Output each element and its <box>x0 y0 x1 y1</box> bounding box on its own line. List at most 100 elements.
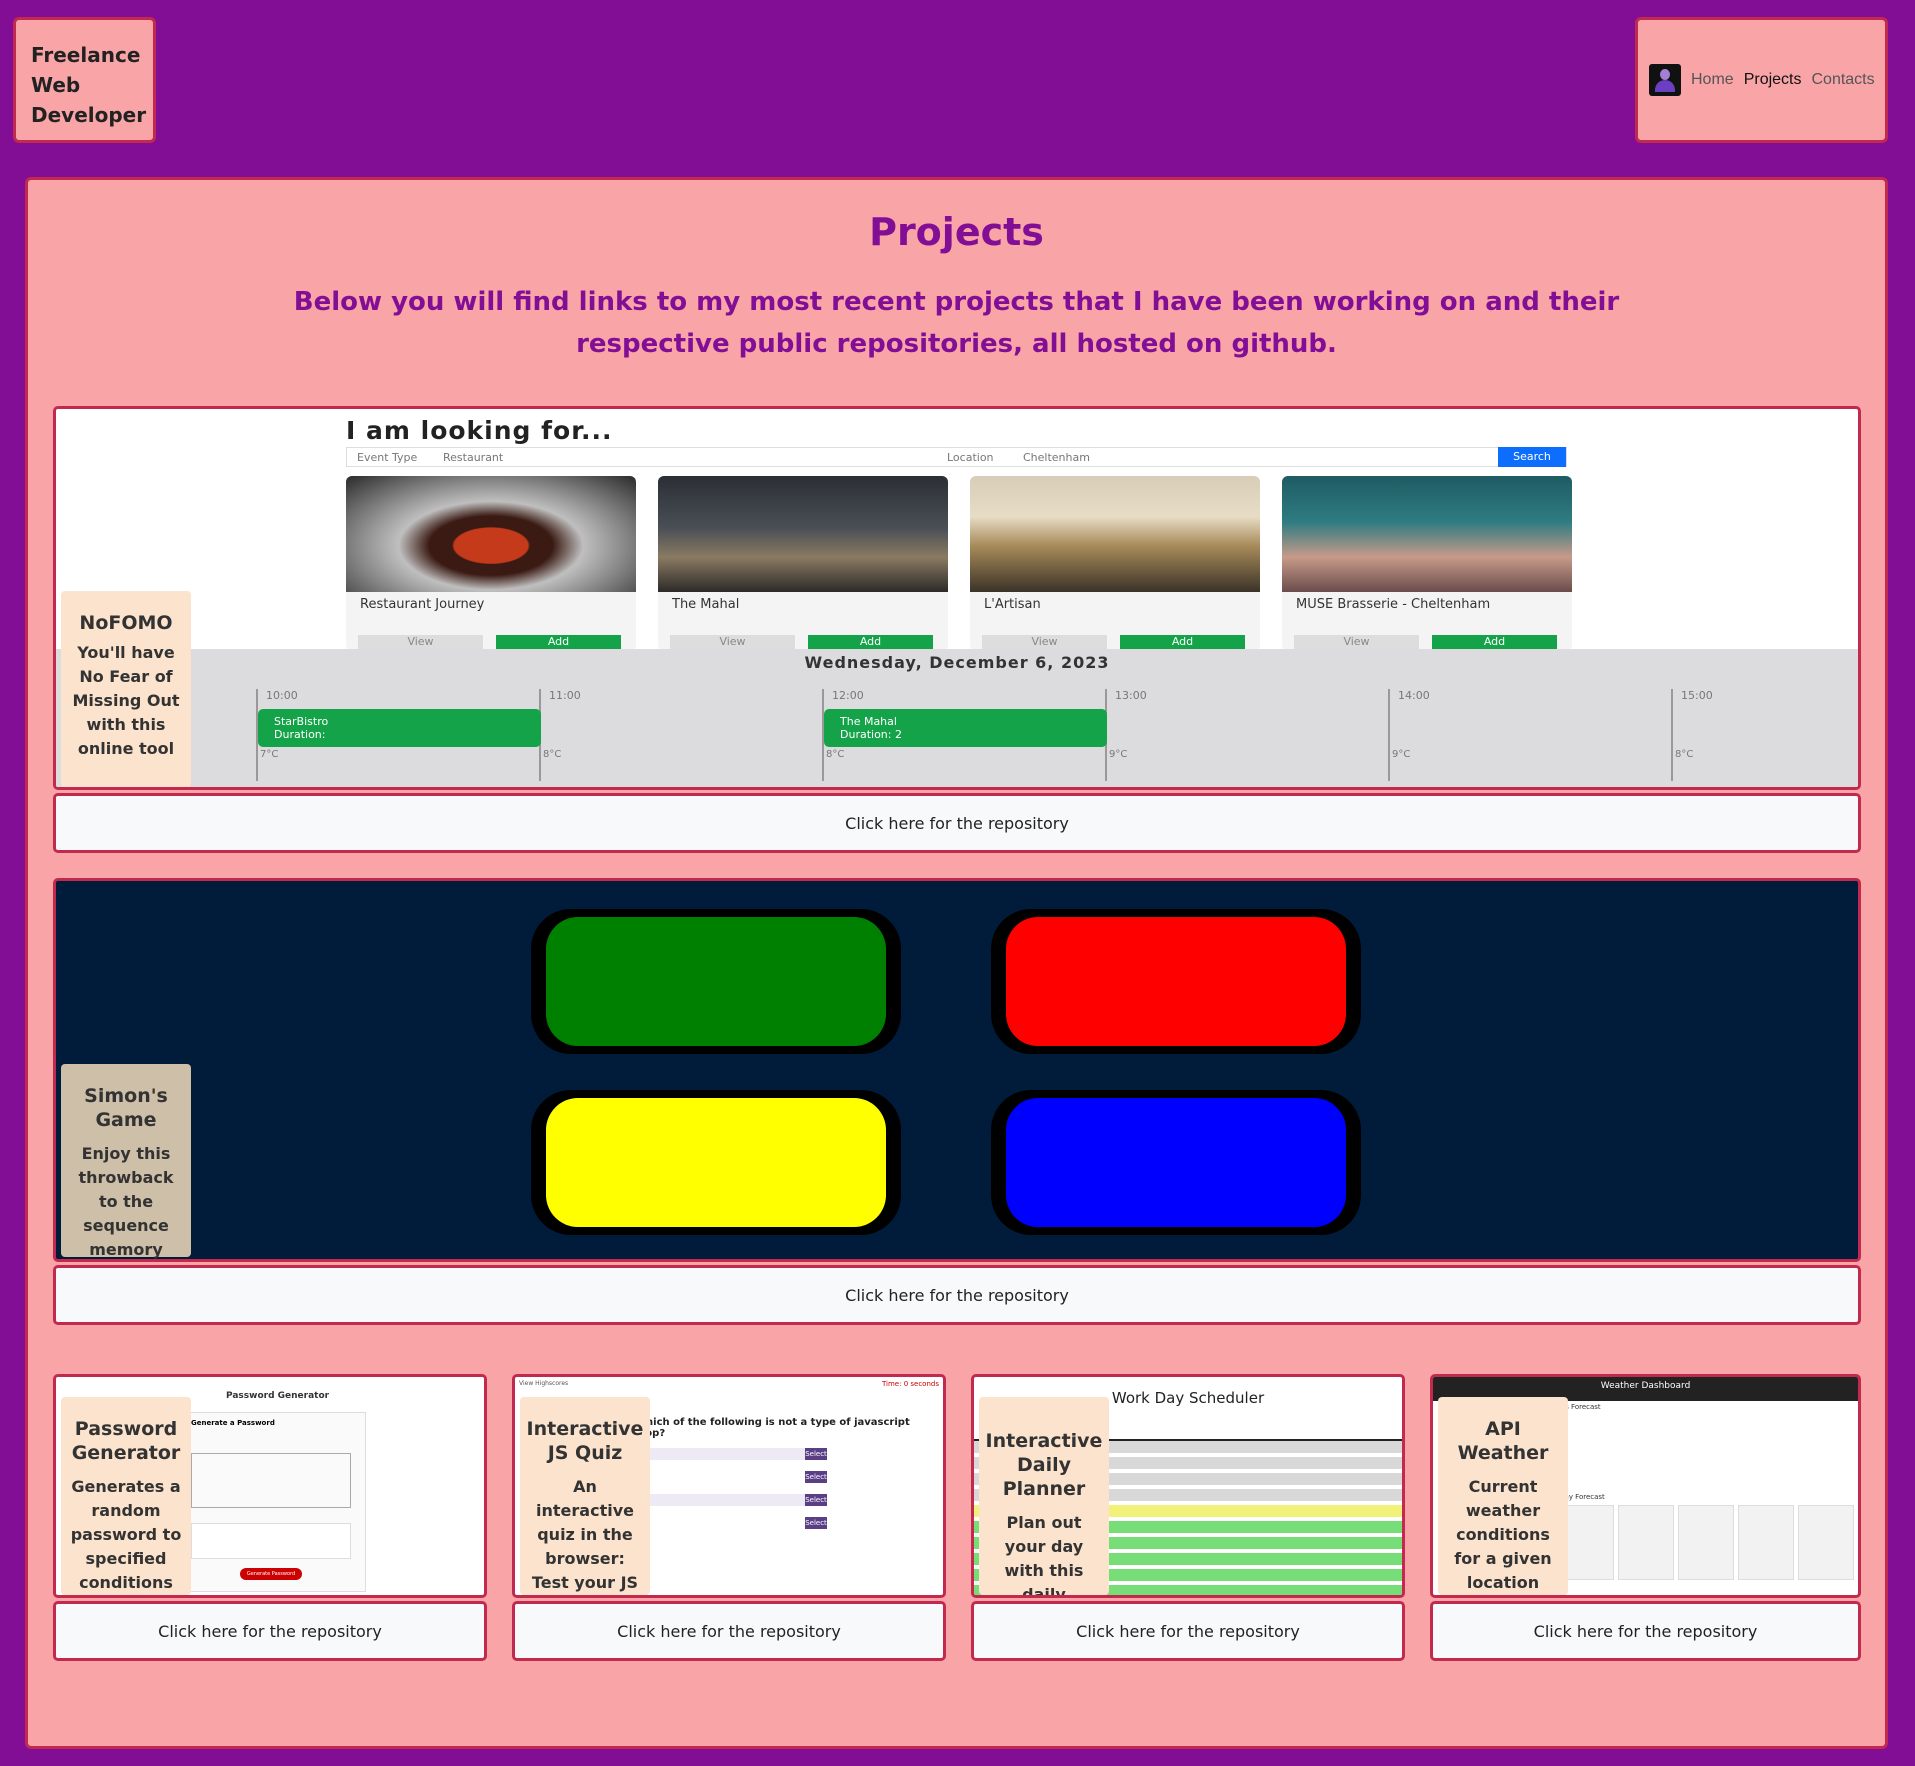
preview-answer <box>635 1517 825 1529</box>
simon-yellow-button <box>531 1090 901 1235</box>
nofomo-heading: I am looking for... <box>346 416 613 445</box>
simon-red-button <box>991 909 1361 1054</box>
weather-dashboard-screenshot[interactable]: Weather Dashboard Today's Forecast Five … <box>1430 1374 1861 1598</box>
page-title: Projects <box>869 210 1044 254</box>
preview-answer <box>635 1471 825 1483</box>
forecast-card <box>1798 1505 1854 1580</box>
project-title: NoFOMO <box>79 612 173 634</box>
preview-answer <box>635 1448 825 1460</box>
card-title: Restaurant Journey <box>360 597 485 612</box>
project-caption: NoFOMO You'll have No Fear of Missing Ou… <box>61 591 191 787</box>
timeline-hour: 15:00 <box>1671 689 1713 781</box>
card-title: MUSE Brasserie - Cheltenham <box>1296 597 1491 612</box>
repository-link[interactable]: Click here for the repository <box>971 1601 1405 1661</box>
preview-options <box>191 1453 351 1508</box>
js-quiz-screenshot[interactable]: View Highscores Time: 0 seconds Which of… <box>512 1374 946 1598</box>
project-title: API Weather <box>1457 1418 1549 1464</box>
project-caption: Interactive Daily Planner Plan out your … <box>979 1397 1109 1595</box>
repository-link[interactable]: Click here for the repository <box>512 1601 946 1661</box>
project-caption: Password Generator Generates a random pa… <box>61 1397 191 1595</box>
timeline-temp: 9°C <box>1109 749 1128 760</box>
event-type-label: Event Type <box>357 451 418 464</box>
project-caption: Simon's Game Enjoy this throwback to the… <box>61 1064 191 1259</box>
event-name: StarBistro <box>274 715 329 728</box>
card-title: L'Artisan <box>984 597 1041 612</box>
timeline-event: StarBistro Duration: <box>258 709 541 747</box>
timeline-temp: 8°C <box>826 749 845 760</box>
simon-green-button <box>531 909 901 1054</box>
preview-heading: Password Generator <box>226 1391 330 1401</box>
preview-answer <box>635 1494 825 1506</box>
nofomo-timeline: Wednesday, December 6, 2023 10:00 11:00 … <box>56 649 1858 787</box>
project-title: Password Generator <box>71 1418 181 1464</box>
timeline-event: The Mahal Duration: 2 <box>824 709 1107 747</box>
user-silhouette-icon[interactable] <box>1649 64 1681 96</box>
project-caption: Interactive JS Quiz An interactive quiz … <box>520 1397 650 1595</box>
preview-generate-button: Generate Password <box>240 1568 302 1580</box>
repository-link[interactable]: Click here for the repository <box>53 1265 1861 1325</box>
card-image <box>1282 476 1572 592</box>
forecast-card <box>1618 1505 1674 1580</box>
preview-select: Select <box>805 1471 827 1483</box>
nofomo-card: The Mahal View Add <box>658 476 948 651</box>
project-title: Interactive JS Quiz <box>526 1418 644 1464</box>
forecast-card <box>1738 1505 1794 1580</box>
brand-line: Web <box>31 73 81 97</box>
preview-select: Select <box>805 1517 827 1529</box>
nav-home[interactable]: Home <box>1691 71 1734 89</box>
nofomo-screenshot[interactable]: I am looking for... Event Type Restauran… <box>53 406 1861 790</box>
timeline-temp: 8°C <box>1675 749 1694 760</box>
site-brand: Freelance Web Developer <box>13 17 156 143</box>
forecast-card <box>1678 1505 1734 1580</box>
page-intro: Below you will find links to my most rec… <box>293 287 1620 359</box>
project-title: Interactive Daily Planner <box>985 1430 1103 1500</box>
event-type-value: Restaurant <box>443 451 504 464</box>
project-description: Current weather conditions for a given l… <box>1454 1477 1552 1592</box>
project-caption: API Weather Current weather conditions f… <box>1438 1397 1568 1595</box>
simon-screenshot[interactable]: Simon's Game Enjoy this throwback to the… <box>53 878 1861 1262</box>
card-image <box>970 476 1260 592</box>
event-duration: Duration: <box>274 728 326 741</box>
project-description: Plan out your day with this daily planne… <box>1004 1513 1084 1598</box>
simon-blue-button <box>991 1090 1361 1235</box>
preview-question: Which of the following is not a type of … <box>635 1417 910 1439</box>
main-nav: Home Projects Contacts <box>1635 17 1888 143</box>
daily-planner-screenshot[interactable]: Work Day Scheduler Interactive Daily Pla… <box>971 1374 1405 1598</box>
password-generator-screenshot[interactable]: Password Generator Generate a Password G… <box>53 1374 487 1598</box>
timeline-temp: 9°C <box>1392 749 1411 760</box>
location-label: Location <box>947 451 994 464</box>
location-value: Cheltenham <box>1023 451 1090 464</box>
nofomo-card: L'Artisan View Add <box>970 476 1260 651</box>
preview-select: Select <box>805 1494 827 1506</box>
project-description: An interactive quiz in the browser: Test… <box>531 1477 639 1592</box>
repository-link[interactable]: Click here for the repository <box>53 1601 487 1661</box>
preview-subheading: Generate a Password <box>191 1419 275 1427</box>
preview-select: Select <box>805 1448 827 1460</box>
card-image <box>346 476 636 592</box>
repository-link[interactable]: Click here for the repository <box>53 793 1861 853</box>
brand-line: Freelance <box>31 43 141 67</box>
repository-link[interactable]: Click here for the repository <box>1430 1601 1861 1661</box>
nofomo-search-bar: Event Type Restaurant Location Cheltenha… <box>346 447 1567 467</box>
nav-contacts[interactable]: Contacts <box>1811 71 1874 89</box>
event-name: The Mahal <box>840 715 897 728</box>
nofomo-card: MUSE Brasserie - Cheltenham View Add <box>1282 476 1572 651</box>
card-title: The Mahal <box>672 597 740 612</box>
timeline-temp: 7°C <box>260 749 279 760</box>
timeline-temp: 8°C <box>543 749 562 760</box>
nav-projects[interactable]: Projects <box>1744 71 1802 89</box>
nofomo-search-button: Search <box>1498 447 1566 467</box>
project-description: Enjoy this throwback to the sequence mem… <box>78 1144 174 1259</box>
brand-line: Developer <box>31 103 147 127</box>
timeline-date: Wednesday, December 6, 2023 <box>804 653 1110 672</box>
project-title: Simon's Game <box>84 1085 168 1131</box>
card-image <box>658 476 948 592</box>
projects-section: Projects Below you will find links to my… <box>25 177 1888 1749</box>
timeline-hour: 11:00 <box>539 689 581 781</box>
preview-form: Generate a Password Generate Password <box>186 1412 366 1592</box>
preview-output <box>191 1523 351 1559</box>
event-duration: Duration: 2 <box>840 728 902 741</box>
timeline-hour: 13:00 <box>1105 689 1147 781</box>
project-description: Generates a random password to specified… <box>70 1477 182 1592</box>
preview-highscores: View Highscores <box>519 1380 569 1387</box>
